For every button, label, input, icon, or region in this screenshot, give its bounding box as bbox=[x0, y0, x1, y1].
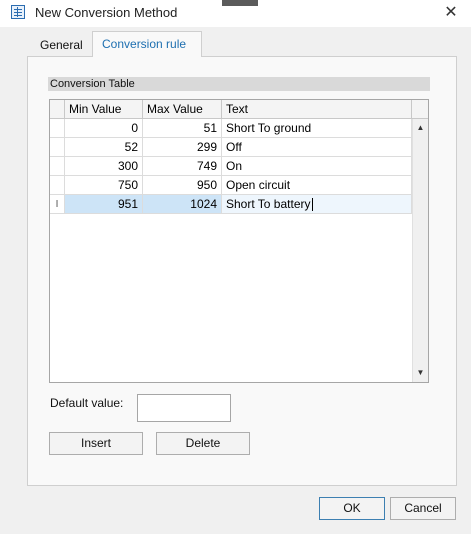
title-bar: New Conversion Method ✕ bbox=[0, 0, 471, 27]
row-selector-header bbox=[50, 100, 65, 119]
header-filler bbox=[412, 100, 428, 119]
column-header-max-value[interactable]: Max Value bbox=[143, 100, 222, 119]
delete-button[interactable]: Delete bbox=[156, 432, 250, 455]
text-cell[interactable]: Off bbox=[222, 138, 412, 157]
drag-handle[interactable] bbox=[222, 0, 258, 6]
conversion-table[interactable]: Min Value Max Value Text 0 51 Short To g… bbox=[49, 99, 429, 383]
min-value-cell[interactable]: 52 bbox=[65, 138, 143, 157]
column-header-min-value[interactable]: Min Value bbox=[65, 100, 143, 119]
text-cell[interactable]: Open circuit bbox=[222, 176, 412, 195]
row-selector[interactable] bbox=[50, 138, 65, 157]
text-cell[interactable]: On bbox=[222, 157, 412, 176]
row-selector[interactable] bbox=[50, 119, 65, 138]
min-value-cell[interactable]: 750 bbox=[65, 176, 143, 195]
text-cell-editing[interactable]: Short To battery bbox=[222, 195, 412, 214]
max-value-cell[interactable]: 1024 bbox=[143, 195, 222, 214]
column-header-text[interactable]: Text bbox=[222, 100, 412, 119]
min-value-cell[interactable]: 300 bbox=[65, 157, 143, 176]
table-row[interactable]: 0 51 Short To ground bbox=[50, 119, 412, 138]
row-selector[interactable] bbox=[50, 157, 65, 176]
table-row[interactable]: 52 299 Off bbox=[50, 138, 412, 157]
vertical-scrollbar[interactable]: ▲ ▼ bbox=[412, 119, 428, 382]
max-value-cell[interactable]: 950 bbox=[143, 176, 222, 195]
min-value-cell[interactable]: 0 bbox=[65, 119, 143, 138]
tab-conversion-rule[interactable]: Conversion rule bbox=[92, 31, 202, 57]
min-value-cell[interactable]: 951 bbox=[65, 195, 143, 214]
max-value-cell[interactable]: 749 bbox=[143, 157, 222, 176]
table-icon bbox=[11, 5, 25, 19]
default-value-label: Default value: bbox=[50, 396, 124, 410]
table-row[interactable]: 300 749 On bbox=[50, 157, 412, 176]
default-value-input[interactable] bbox=[137, 394, 231, 422]
row-selector-edit-marker[interactable]: I bbox=[50, 195, 65, 214]
window-title: New Conversion Method bbox=[35, 5, 178, 20]
text-caret bbox=[311, 198, 313, 212]
table-row-selected[interactable]: I 951 1024 Short To battery bbox=[50, 195, 412, 214]
scroll-down-icon[interactable]: ▼ bbox=[413, 366, 428, 380]
tab-general[interactable]: General bbox=[31, 33, 89, 57]
table-row[interactable]: 750 950 Open circuit bbox=[50, 176, 412, 195]
scroll-up-icon[interactable]: ▲ bbox=[413, 121, 428, 135]
max-value-cell[interactable]: 299 bbox=[143, 138, 222, 157]
ok-button[interactable]: OK bbox=[319, 497, 385, 520]
conversion-table-header: Conversion Table bbox=[48, 77, 430, 91]
text-cell-value: Short To battery bbox=[226, 197, 311, 211]
insert-button[interactable]: Insert bbox=[49, 432, 143, 455]
row-selector[interactable] bbox=[50, 176, 65, 195]
close-icon[interactable]: ✕ bbox=[437, 1, 465, 25]
max-value-cell[interactable]: 51 bbox=[143, 119, 222, 138]
cancel-button[interactable]: Cancel bbox=[390, 497, 456, 520]
text-cell[interactable]: Short To ground bbox=[222, 119, 412, 138]
